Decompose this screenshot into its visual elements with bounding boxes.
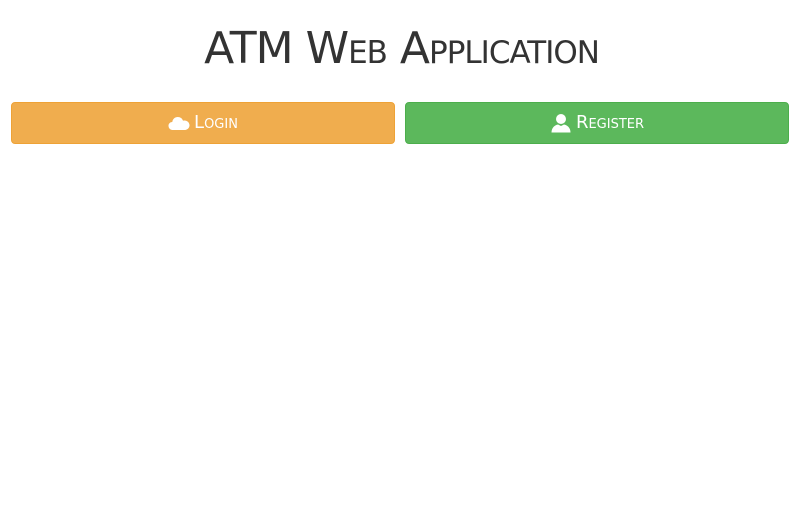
user-icon — [550, 113, 572, 133]
page-title: ATM Web Application — [204, 23, 600, 74]
page: ATM Web Application Login Register — [0, 0, 803, 527]
cloud-icon — [168, 113, 190, 133]
action-buttons: Login Register — [11, 102, 789, 144]
register-label: Register — [575, 112, 645, 133]
register-button[interactable]: Register — [405, 102, 789, 144]
login-button[interactable]: Login — [11, 102, 395, 144]
login-label: Login — [194, 112, 238, 133]
